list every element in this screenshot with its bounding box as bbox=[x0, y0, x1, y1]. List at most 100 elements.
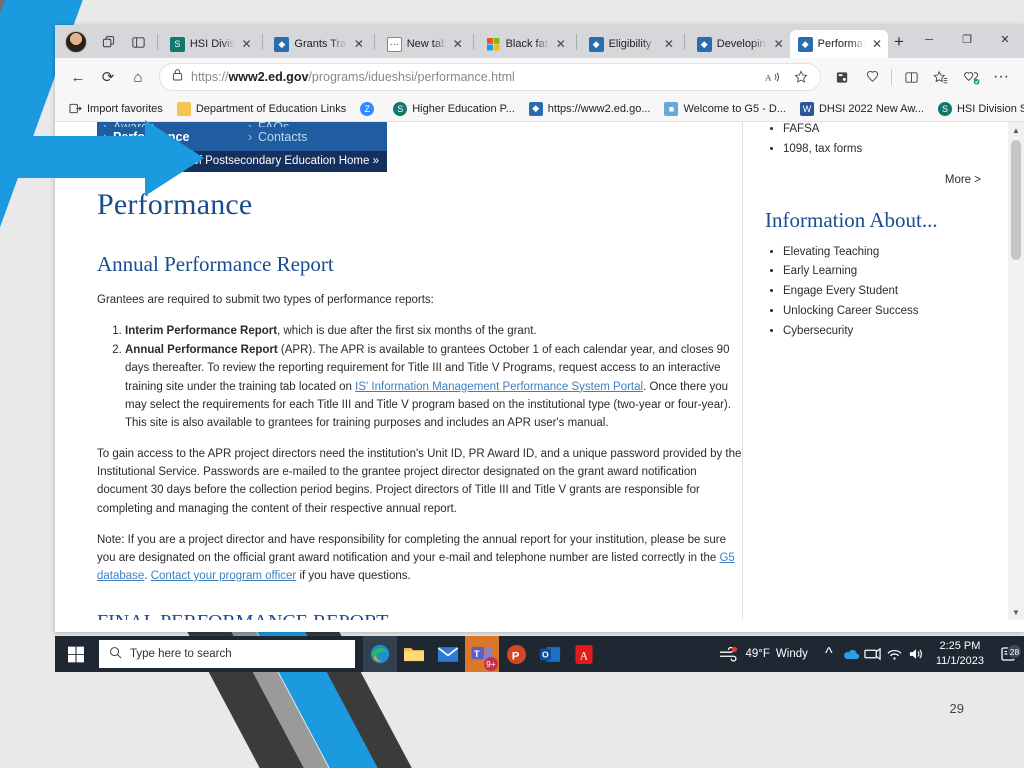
onedrive-icon[interactable] bbox=[840, 648, 862, 661]
list-item[interactable]: Cybersecurity bbox=[783, 322, 997, 342]
edge-doc-icon: ◆ bbox=[797, 36, 813, 52]
browser-tab-hsi-division[interactable]: S HSI Division ✕ bbox=[162, 30, 258, 58]
wifi-icon[interactable] bbox=[884, 648, 906, 661]
vertical-tabs-icon[interactable] bbox=[126, 30, 150, 54]
browser-tab-bar: S HSI Division ✕ ◆ Grants Trainin ✕ ⋯ Ne… bbox=[55, 25, 1024, 58]
taskbar-clock[interactable]: 2:25 PM 11/1/2023 bbox=[928, 639, 992, 669]
bookmark-dept-education-links[interactable]: Department of Education Links bbox=[170, 101, 353, 116]
bookmark-www2-ed-gov[interactable]: ◆ https://www2.ed.go... bbox=[522, 101, 658, 116]
svg-text:A: A bbox=[580, 650, 589, 662]
tab-close-icon[interactable]: ✕ bbox=[554, 37, 568, 51]
tray-overflow-chevron-icon[interactable]: ^ bbox=[818, 645, 840, 663]
scroll-down-arrow-icon[interactable]: ▼ bbox=[1008, 604, 1024, 620]
network-status-icon[interactable] bbox=[862, 647, 884, 661]
list-item[interactable]: Engage Every Student bbox=[783, 282, 997, 302]
browser-tab-performance[interactable]: ◆ Performance ✕ bbox=[789, 30, 888, 58]
copilot-icon[interactable] bbox=[956, 63, 986, 91]
edge-app-icon[interactable] bbox=[363, 636, 397, 672]
lock-icon bbox=[172, 68, 183, 86]
acrobat-app-icon[interactable]: A bbox=[567, 636, 601, 672]
report-types-list: Interim Performance Report, which is due… bbox=[125, 322, 742, 432]
bookmarks-bar: Import favorites Department of Education… bbox=[55, 96, 1024, 122]
split-screen-icon[interactable] bbox=[896, 63, 926, 91]
browser-tab-grants-training[interactable]: ◆ Grants Trainin ✕ bbox=[266, 30, 369, 58]
windy-icon bbox=[718, 646, 740, 662]
maximize-button[interactable]: ❐ bbox=[948, 25, 986, 54]
browser-toolbar-actions: ··· bbox=[827, 63, 1016, 91]
tab-title: Developing H bbox=[716, 38, 767, 50]
notification-icon[interactable]: 28 bbox=[992, 644, 1024, 662]
tab-close-icon[interactable]: ✕ bbox=[451, 37, 465, 51]
tabbar-divider bbox=[157, 34, 158, 50]
tabbar-divider bbox=[683, 34, 685, 50]
weather-temperature: 49°F bbox=[745, 648, 770, 660]
tab-close-icon[interactable]: ✕ bbox=[662, 37, 676, 51]
sidebar-heading-information-about: Information About... bbox=[765, 207, 938, 232]
address-bar[interactable]: https://www2.ed.gov/programs/idueshsi/pe… bbox=[159, 63, 821, 91]
mail-app-icon[interactable] bbox=[431, 636, 465, 672]
tab-title: New tab bbox=[406, 38, 446, 50]
bookmark-higher-education[interactable]: S Higher Education P... bbox=[386, 101, 522, 116]
search-icon bbox=[109, 646, 122, 662]
tab-close-icon[interactable]: ✕ bbox=[870, 37, 884, 51]
navbox-link-contacts[interactable]: Contacts bbox=[248, 127, 387, 147]
list-item[interactable]: 1098, tax forms bbox=[783, 140, 997, 160]
settings-more-icon[interactable]: ··· bbox=[986, 63, 1016, 91]
weather-widget[interactable]: 49°F Windy bbox=[718, 646, 818, 662]
bookmark-welcome-g5[interactable]: ■ Welcome to G5 - D... bbox=[657, 101, 793, 116]
link-ims-performance-portal[interactable]: IS' Information Management Performance S… bbox=[355, 381, 643, 393]
tab-title: Black father bbox=[505, 38, 549, 50]
outlook-app-icon[interactable]: O bbox=[533, 636, 567, 672]
home-button[interactable]: ⌂ bbox=[123, 63, 153, 91]
browser-window: S HSI Division ✕ ◆ Grants Trainin ✕ ⋯ Ne… bbox=[55, 25, 1024, 632]
list-item[interactable]: Elevating Teaching bbox=[783, 243, 997, 263]
bookmark-import-favorites[interactable]: Import favorites bbox=[61, 102, 170, 116]
file-explorer-app-icon[interactable] bbox=[397, 636, 431, 672]
volume-icon[interactable] bbox=[906, 647, 928, 661]
collections-icon[interactable] bbox=[827, 63, 857, 91]
svg-text:T: T bbox=[473, 648, 479, 659]
browser-essentials-icon[interactable] bbox=[857, 63, 887, 91]
newtab-icon: ⋯ bbox=[386, 36, 402, 52]
bookmark-dhsi-2022-new-awards[interactable]: W DHSI 2022 New Aw... bbox=[793, 101, 931, 116]
tab-close-icon[interactable]: ✕ bbox=[352, 37, 366, 51]
read-aloud-icon[interactable]: A bbox=[760, 65, 786, 89]
browser-tab-developing[interactable]: ◆ Developing H ✕ bbox=[689, 30, 790, 58]
list-item[interactable]: Unlocking Career Success bbox=[783, 302, 997, 322]
page-scrollbar[interactable]: ▲ ▼ bbox=[1008, 122, 1024, 620]
bookmark-label: https://www2.ed.go... bbox=[547, 102, 651, 115]
browser-tab-eligibility[interactable]: ◆ Eligibility -- D ✕ bbox=[581, 30, 680, 58]
list-item[interactable]: FAFSA bbox=[783, 122, 997, 140]
system-tray: 49°F Windy ^ 2:25 PM 11/1/2023 28 bbox=[718, 639, 1024, 669]
scrollbar-thumb[interactable] bbox=[1011, 140, 1021, 260]
favorites-hub-icon[interactable] bbox=[926, 63, 956, 91]
browser-tab-black-father[interactable]: Black father ✕ bbox=[478, 30, 572, 58]
powerpoint-app-icon[interactable]: P bbox=[499, 636, 533, 672]
back-button[interactable]: ← bbox=[63, 63, 93, 91]
refresh-button[interactable]: ⟳ bbox=[93, 63, 123, 91]
svg-text:A: A bbox=[765, 73, 772, 83]
browser-tab-new-tab[interactable]: ⋯ New tab ✕ bbox=[379, 30, 469, 58]
bookmark-label: HSI Division SHARE... bbox=[956, 102, 1024, 115]
bookmark-label: Import favorites bbox=[87, 102, 163, 115]
bookmark-hsi-division-share[interactable]: S HSI Division SHARE... bbox=[931, 101, 1024, 116]
teams-app-icon[interactable]: T 9+ bbox=[465, 636, 499, 672]
sharepoint-icon: S bbox=[393, 101, 408, 116]
bookmark-zoom[interactable]: Z bbox=[353, 101, 386, 116]
tab-close-icon[interactable]: ✕ bbox=[240, 37, 254, 51]
close-button[interactable]: ✕ bbox=[986, 25, 1024, 54]
link-contact-program-officer[interactable]: Contact your program officer bbox=[151, 570, 297, 582]
tab-actions-icon[interactable] bbox=[96, 30, 120, 54]
sidebar-more-link[interactable]: More > bbox=[765, 174, 981, 186]
new-tab-button[interactable]: + bbox=[888, 29, 910, 55]
favorite-star-icon[interactable] bbox=[788, 65, 814, 89]
tab-close-icon[interactable]: ✕ bbox=[772, 37, 786, 51]
sharepoint-icon: S bbox=[169, 36, 185, 52]
section-heading-final-performance-report: FINAL PERFORMANCE REPORT bbox=[97, 611, 742, 620]
minimize-button[interactable]: ─ bbox=[910, 25, 948, 54]
profile-avatar[interactable] bbox=[65, 31, 87, 53]
scroll-up-arrow-icon[interactable]: ▲ bbox=[1008, 122, 1024, 138]
list-item[interactable]: Early Learning bbox=[783, 262, 997, 282]
taskbar-search-input[interactable]: Type here to search bbox=[99, 640, 355, 668]
windows-start-icon[interactable] bbox=[55, 636, 97, 672]
